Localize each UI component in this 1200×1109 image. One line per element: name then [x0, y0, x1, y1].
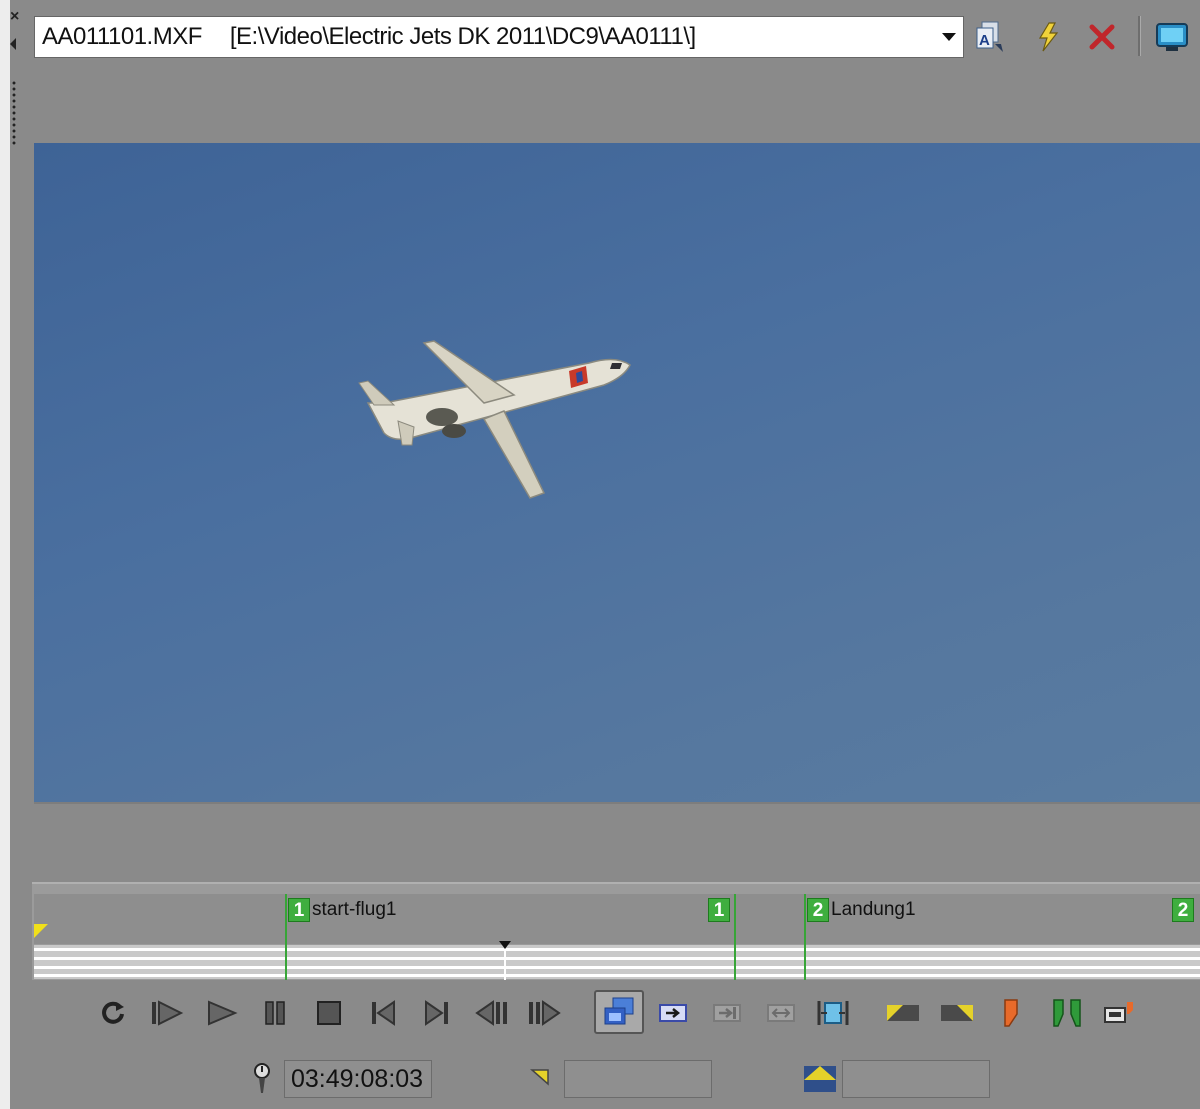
snap-button[interactable]: [812, 992, 854, 1034]
region-start-line: [285, 894, 287, 980]
region-label: start-flug1: [312, 899, 397, 920]
chevron-down-icon[interactable]: [942, 33, 956, 41]
marker-icon: [1004, 999, 1018, 1027]
add-to-timeline-end-icon: [713, 1004, 741, 1022]
region-label: Landung1: [831, 899, 916, 920]
mark-out-icon: [941, 1005, 973, 1021]
timeline-track[interactable]: [34, 945, 1200, 979]
panel-gutter: [0, 0, 10, 1109]
pause-icon: [265, 1001, 285, 1025]
timecode-cursor-icon: [250, 1062, 274, 1096]
loop-button[interactable]: [92, 992, 134, 1034]
svg-text:A: A: [979, 32, 990, 49]
go-to-end-icon: [425, 1000, 448, 1026]
region-2-start-flag[interactable]: 2 Landung1: [807, 898, 916, 928]
timecode-field[interactable]: 03:49:08:03: [284, 1060, 432, 1098]
close-panel-icon[interactable]: ×: [10, 9, 24, 25]
enable-scrub-icon: [604, 997, 634, 1025]
selection-start-icon: [530, 1066, 550, 1086]
delete-icon[interactable]: [1084, 18, 1120, 56]
create-subclip-button[interactable]: [652, 992, 694, 1034]
collapse-arrow-icon[interactable]: [10, 38, 16, 50]
next-frame-button[interactable]: [524, 992, 566, 1034]
video-preview-frame: [34, 143, 1200, 803]
source-media-dropdown[interactable]: AA011101.MXF [E:\Video\Electric Jets DK …: [34, 16, 964, 58]
region-1-end-flag[interactable]: 1: [708, 898, 730, 928]
region-number: 2: [1172, 898, 1194, 922]
region-start-line: [804, 894, 806, 980]
add-to-timeline-fit-icon: [767, 1004, 795, 1022]
go-to-end-button[interactable]: [416, 992, 458, 1034]
region-number: 1: [708, 898, 730, 922]
play-icon: [208, 1000, 238, 1026]
media-filename: AA011101.MXF: [42, 23, 202, 50]
stop-button[interactable]: [308, 992, 350, 1034]
region-1-start-flag[interactable]: 1 start-flug1: [288, 898, 396, 928]
track-line: [34, 974, 1200, 977]
in-point-marker-icon[interactable]: [34, 924, 48, 938]
media-properties-icon[interactable]: A: [972, 18, 1008, 56]
insert-region-button[interactable]: [1046, 992, 1088, 1034]
insert-marker-button[interactable]: [990, 992, 1032, 1034]
next-frame-icon: [529, 1000, 561, 1026]
mark-in-icon: [887, 1005, 919, 1021]
toolbar-separator: [1138, 16, 1141, 56]
playhead-handle-icon[interactable]: [499, 941, 511, 949]
playhead-cursor[interactable]: [504, 948, 506, 980]
track-line: [34, 948, 1200, 951]
loop-icon: [102, 1001, 124, 1024]
video-border: [34, 802, 1200, 804]
previous-frame-icon: [475, 1000, 507, 1026]
pause-button[interactable]: [254, 992, 296, 1034]
go-to-start-icon: [372, 1000, 395, 1026]
region-number: 2: [807, 898, 829, 922]
snap-icon: [817, 1001, 849, 1025]
track-line: [34, 957, 1200, 960]
region-icon: [1053, 999, 1081, 1027]
play-button[interactable]: [200, 992, 242, 1034]
region-end-line: [734, 894, 736, 980]
video-preview-icon[interactable]: [1154, 18, 1190, 56]
export-button[interactable]: [1098, 992, 1140, 1034]
selection-start-field[interactable]: [564, 1060, 712, 1098]
track-line: [34, 966, 1200, 969]
play-from-start-icon: [152, 1000, 184, 1026]
media-path: [E:\Video\Electric Jets DK 2011\DC9\AA01…: [229, 23, 696, 50]
enable-scrub-button[interactable]: [594, 990, 644, 1034]
drag-handle-grip[interactable]: [10, 80, 18, 146]
create-subclip-icon: [659, 1004, 687, 1022]
generate-media-icon[interactable]: [1030, 18, 1066, 56]
add-to-timeline-end-button[interactable]: [706, 992, 748, 1034]
play-from-start-button[interactable]: [146, 992, 188, 1034]
mark-in-button[interactable]: [882, 992, 924, 1034]
go-to-start-button[interactable]: [362, 992, 404, 1034]
add-to-timeline-fit-button[interactable]: [760, 992, 802, 1034]
region-2-end-flag[interactable]: 2: [1172, 898, 1194, 928]
mark-out-button[interactable]: [936, 992, 978, 1034]
selection-length-field[interactable]: [842, 1060, 990, 1098]
export-icon: [1104, 1002, 1133, 1023]
marker-bar[interactable]: [34, 894, 1200, 944]
airplane-image: [358, 340, 631, 499]
region-number: 1: [288, 898, 310, 922]
stop-icon: [317, 1001, 341, 1025]
previous-frame-button[interactable]: [470, 992, 512, 1034]
selection-length-icon: [802, 1062, 838, 1094]
